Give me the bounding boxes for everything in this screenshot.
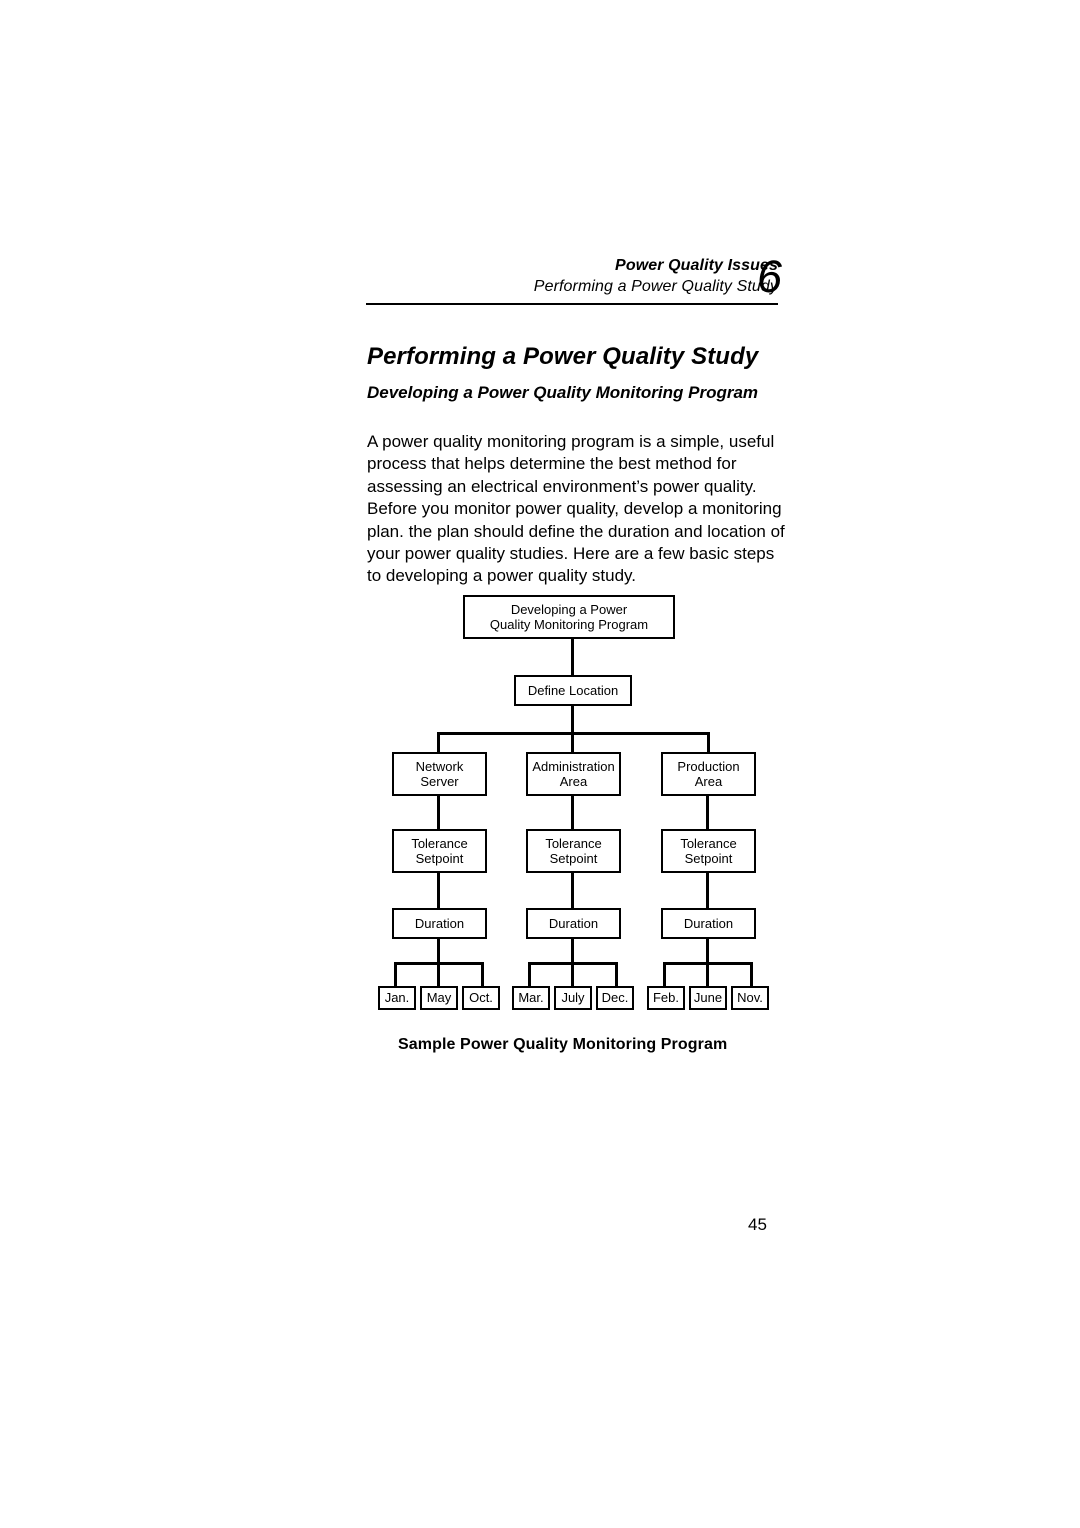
connector-duration2-to-bus [571, 939, 574, 964]
connector-bus-months-2 [528, 962, 618, 965]
connector-bus-drop-left [437, 732, 440, 752]
connector-month2-drop-c [615, 962, 618, 986]
connector-month1-drop-c [481, 962, 484, 986]
flowchart-node-duration-2: Duration [526, 908, 621, 939]
flowchart-node-month-2-2: July [554, 986, 592, 1010]
connector-month2-drop-a [528, 962, 531, 986]
flowchart-node-area-1: Network Server [392, 752, 487, 796]
flowchart-figure: Developing a Power Quality Monitoring Pr… [0, 0, 1080, 1528]
connector-bus-months-1 [394, 962, 484, 965]
connector-area1-to-tolerance1 [437, 796, 440, 829]
connector-bus-areas [437, 732, 710, 735]
connector-duration1-to-bus [437, 939, 440, 964]
flowchart-node-tolerance-3: Tolerance Setpoint [661, 829, 756, 873]
chapter-number: 6 [757, 251, 783, 302]
connector-bus-months-3 [663, 962, 753, 965]
document-page: Power Quality Issues Performing a Power … [0, 0, 1080, 1528]
connector-tolerance2-to-duration2 [571, 873, 574, 908]
flowchart-node-month-3-2: June [689, 986, 727, 1010]
flowchart-node-month-1-3: Oct. [462, 986, 500, 1010]
flowchart-node-area-2: Administration Area [526, 752, 621, 796]
flowchart-node-month-3-1: Feb. [647, 986, 685, 1010]
connector-area3-to-tolerance3 [706, 796, 709, 829]
flowchart-node-month-1-1: Jan. [378, 986, 416, 1010]
flowchart-node-month-2-3: Dec. [596, 986, 634, 1010]
connector-month2-drop-b [571, 962, 574, 986]
flowchart-node-month-3-3: Nov. [731, 986, 769, 1010]
connector-duration3-to-bus [706, 939, 709, 964]
page-title: Performing a Power Quality Study [367, 343, 759, 371]
flowchart-node-area-3: Production Area [661, 752, 756, 796]
running-header-section-title: Performing a Power Quality Study [533, 278, 778, 295]
running-header-chapter-title: Power Quality Issues [615, 257, 778, 274]
flowchart-node-tolerance-1: Tolerance Setpoint [392, 829, 487, 873]
header-divider-rule [366, 303, 778, 305]
flowchart-node-duration-3: Duration [661, 908, 756, 939]
flowchart-node-duration-1: Duration [392, 908, 487, 939]
flowchart-node-tolerance-2: Tolerance Setpoint [526, 829, 621, 873]
connector-bus-drop-right [707, 732, 710, 752]
connector-root-to-define [571, 639, 574, 675]
connector-month1-drop-a [394, 962, 397, 986]
connector-month1-drop-b [437, 962, 440, 986]
connector-month3-drop-c [750, 962, 753, 986]
body-paragraph: A power quality monitoring program is a … [367, 432, 785, 586]
section-heading: Developing a Power Quality Monitoring Pr… [367, 383, 759, 403]
connector-tolerance1-to-duration1 [437, 873, 440, 908]
figure-caption: Sample Power Quality Monitoring Program [398, 1036, 728, 1053]
connector-define-to-bus [571, 706, 574, 734]
connector-month3-drop-a [663, 962, 666, 986]
flowchart-node-define-location: Define Location [514, 675, 632, 706]
running-header: Power Quality Issues Performing a Power … [366, 256, 778, 297]
connector-area2-to-tolerance2 [571, 796, 574, 829]
flowchart-node-root: Developing a Power Quality Monitoring Pr… [463, 595, 675, 639]
connector-bus-drop-center [571, 732, 574, 752]
page-number: 45 [748, 1215, 767, 1234]
flowchart-node-month-2-1: Mar. [512, 986, 550, 1010]
connector-tolerance3-to-duration3 [706, 873, 709, 908]
connector-month3-drop-b [706, 962, 709, 986]
flowchart-node-month-1-2: May [420, 986, 458, 1010]
